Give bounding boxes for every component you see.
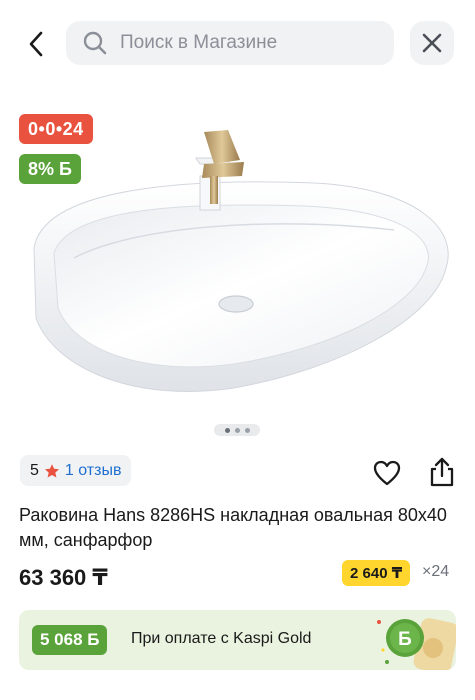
top-bar: [0, 0, 475, 88]
search-icon: [82, 30, 108, 56]
chevron-left-icon: [29, 31, 43, 57]
kaspi-bonus-badge: 5 068 Б: [32, 625, 108, 655]
rating-value: 5: [30, 461, 39, 479]
product-image[interactable]: [14, 118, 464, 408]
timer-badge: 0•0•24: [19, 114, 93, 144]
pagination-dot[interactable]: [244, 427, 250, 433]
search-input[interactable]: [120, 32, 370, 54]
product-gallery[interactable]: 0•0•24 8% Б: [0, 98, 475, 443]
product-price: 63 360 ₸: [19, 565, 108, 590]
pagination-dot[interactable]: [224, 427, 230, 433]
kaspi-gold-text: При оплате с Kaspi Gold: [131, 630, 312, 647]
installment-term: ×24: [422, 563, 450, 580]
kaspi-gold-banner[interactable]: 5 068 Б При оплате с Kaspi Gold Б: [19, 610, 456, 670]
gallery-pagination[interactable]: [214, 424, 260, 436]
kaspi-bonus-illustration: Б: [377, 618, 456, 670]
pagination-dot[interactable]: [234, 427, 240, 433]
reviews-link[interactable]: 1 отзыв: [65, 462, 122, 480]
favorite-button[interactable]: [372, 458, 402, 488]
share-button[interactable]: [427, 456, 457, 488]
share-icon: [430, 457, 454, 487]
search-bar[interactable]: [66, 21, 394, 65]
installment-price: 2 640 ₸: [342, 560, 411, 586]
bonus-badge: 8% Б: [19, 154, 81, 184]
back-button[interactable]: [18, 24, 54, 64]
close-button[interactable]: [410, 21, 454, 65]
product-title: Раковина Hans 8286HS накладная овальная …: [19, 505, 447, 550]
svg-text:Б: Б: [398, 629, 412, 650]
close-icon: [422, 33, 442, 53]
star-icon: [44, 463, 59, 478]
rating-chip[interactable]: 5 1 отзыв: [20, 455, 132, 486]
heart-icon: [373, 460, 401, 486]
